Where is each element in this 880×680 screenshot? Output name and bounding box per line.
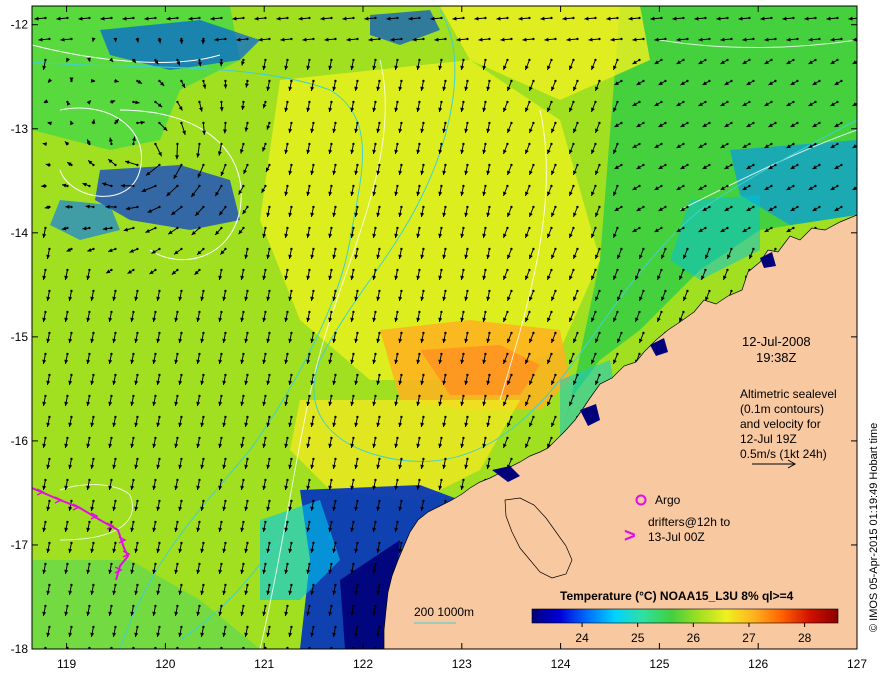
colorbar-title: Temperature (°C) NOAA15_L3U 8% ql>=4	[560, 589, 794, 603]
colorbar-tick-label: 24	[575, 631, 589, 645]
latitude-tick-labels: -12 -13 -14 -15 -16 -17 -18	[11, 18, 29, 656]
lon-tick-label: 121	[254, 657, 274, 671]
lat-tick-label: -18	[11, 642, 29, 656]
altimetry-line-2: (0.1m contours)	[740, 402, 824, 416]
velocity-arrow	[856, 210, 857, 212]
lat-tick-label: -15	[11, 330, 29, 344]
scale-label: 0.5m/s (1kt 24h)	[740, 447, 827, 461]
colorbar-tick-label: 27	[742, 631, 756, 645]
drifter-label-2: 13-Jul 00Z	[648, 530, 705, 544]
colorbar-tick-label: 28	[798, 631, 812, 645]
lon-tick-label: 126	[748, 657, 768, 671]
altimetry-line-4: 12-Jul 19Z	[740, 432, 797, 446]
lat-tick-label: -13	[11, 122, 29, 136]
altimetry-line-3: and velocity for	[740, 417, 821, 431]
colorbar-tick-label: 26	[687, 631, 701, 645]
drifter-marker-icon: >	[624, 525, 636, 547]
colorbar-tick-label: 25	[631, 631, 645, 645]
velocity-arrow	[856, 126, 857, 128]
longitude-tick-labels: 119 120 121 122 123 124 125 126 127	[57, 657, 867, 671]
lat-tick-label: -17	[11, 538, 29, 552]
bathymetry-label: 200 1000m	[414, 605, 474, 619]
lon-tick-label: 120	[155, 657, 175, 671]
plot-area	[32, 6, 857, 649]
velocity-arrow	[856, 84, 857, 86]
lon-tick-label: 127	[847, 657, 867, 671]
drifter-label-1: drifters@12h to	[648, 515, 731, 529]
argo-label: Argo	[655, 493, 681, 507]
lon-tick-label: 124	[551, 657, 571, 671]
annotation-time: 19:38Z	[756, 350, 797, 365]
sst-map: 119 120 121 122 123 124 125 126 127 -12 -13 -14 -15…	[11, 5, 880, 671]
lon-tick-label: 125	[649, 657, 669, 671]
altimetry-line-1: Altimetric sealevel	[740, 387, 837, 401]
colorbar-bar	[531, 608, 839, 624]
lon-tick-label: 123	[452, 657, 472, 671]
credit-text: © IMOS 05-Apr-2015 01:19:49 Hobart time	[868, 423, 880, 632]
annotation-date: 12-Jul-2008	[742, 334, 811, 349]
lon-tick-label: 119	[57, 657, 76, 671]
velocity-arrow	[856, 168, 857, 170]
lat-tick-label: -14	[11, 226, 29, 240]
lat-tick-label: -12	[11, 18, 29, 32]
lon-tick-label: 122	[353, 657, 373, 671]
lat-tick-label: -16	[11, 434, 29, 448]
